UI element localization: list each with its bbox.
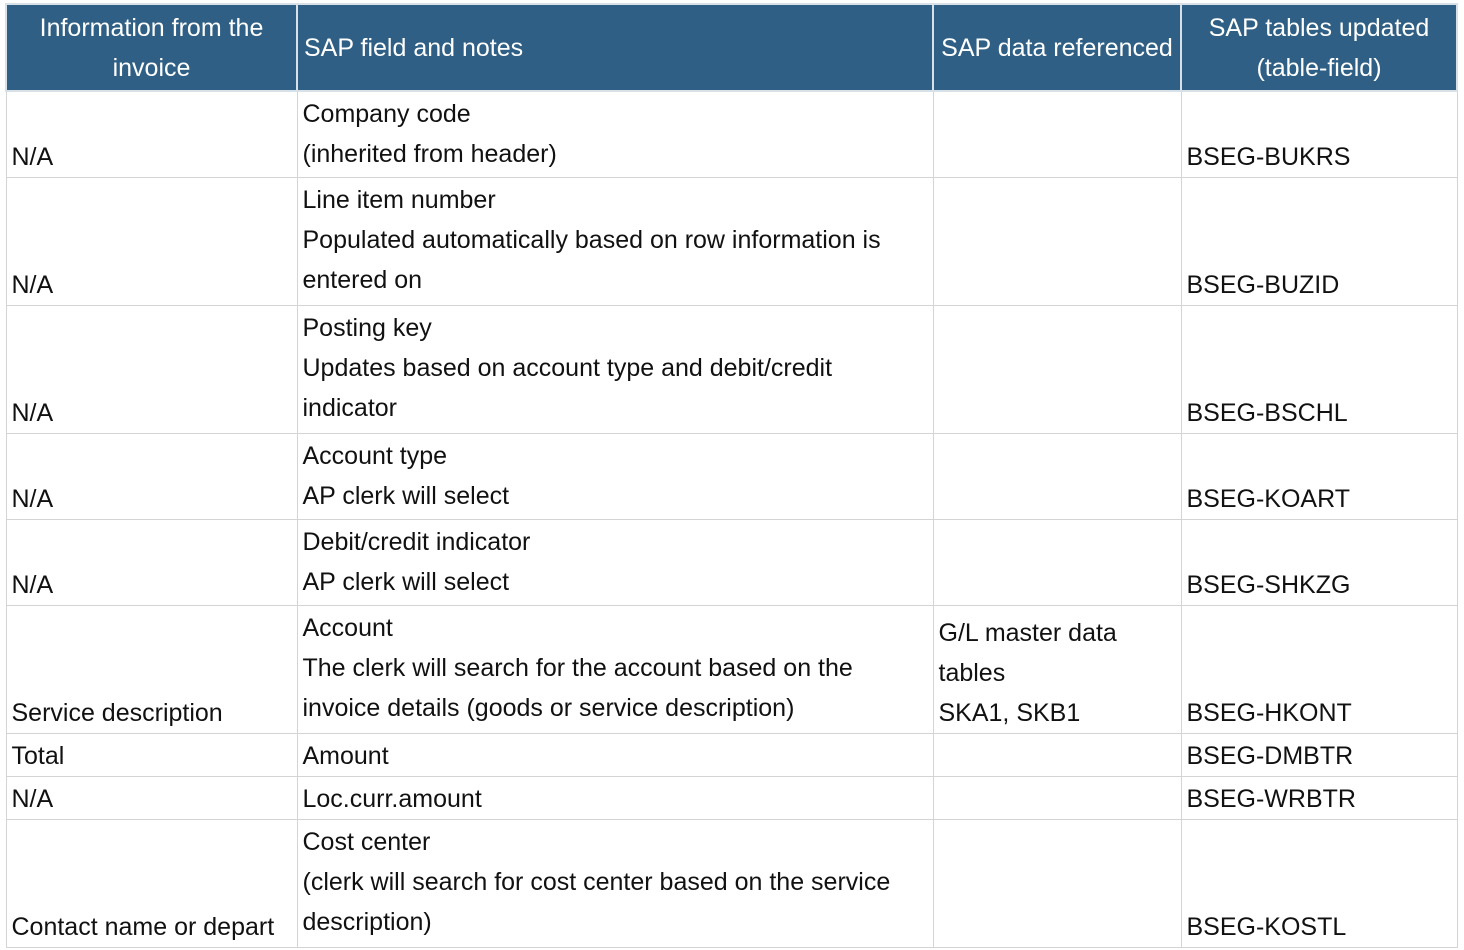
- cell-sap-field[interactable]: Amount: [296, 732, 934, 777]
- cell-sap-field[interactable]: Account type AP clerk will select: [296, 432, 934, 520]
- cell-invoice-info[interactable]: N/A: [5, 176, 298, 306]
- header-sap-data-referenced[interactable]: SAP data referenced: [932, 3, 1182, 92]
- cell-invoice-info[interactable]: Service description: [5, 604, 298, 734]
- cell-invoice-info[interactable]: N/A: [5, 90, 298, 178]
- table-row: Total Amount BSEG-DMBTR: [5, 732, 1458, 777]
- cell-sap-table-updated[interactable]: BSEG-BUZID: [1180, 176, 1458, 306]
- header-invoice-info[interactable]: Information from the invoice: [5, 3, 298, 92]
- cell-sap-data-referenced[interactable]: [932, 176, 1182, 306]
- cell-invoice-info[interactable]: Total: [5, 732, 298, 777]
- header-sap-field[interactable]: SAP field and notes: [296, 3, 934, 92]
- table-row: N/A Line item number Populated automatic…: [5, 176, 1458, 306]
- header-row: Information from the invoice SAP field a…: [5, 3, 1458, 92]
- table-row: N/A Company code (inherited from header)…: [5, 90, 1458, 178]
- table-row: N/A Posting key Updates based on account…: [5, 304, 1458, 434]
- cell-sap-table-updated[interactable]: BSEG-SHKZG: [1180, 518, 1458, 606]
- cell-sap-data-referenced[interactable]: [932, 518, 1182, 606]
- cell-sap-field[interactable]: Posting key Updates based on account typ…: [296, 304, 934, 434]
- table-row: Service description Account The clerk wi…: [5, 604, 1458, 734]
- cell-sap-data-referenced[interactable]: [932, 775, 1182, 820]
- cell-sap-table-updated[interactable]: BSEG-KOART: [1180, 432, 1458, 520]
- table-row: Contact name or depart Cost center (cler…: [5, 818, 1458, 948]
- cell-invoice-info[interactable]: N/A: [5, 518, 298, 606]
- cell-sap-field[interactable]: Account The clerk will search for the ac…: [296, 604, 934, 734]
- cell-sap-field[interactable]: Company code (inherited from header): [296, 90, 934, 178]
- cell-sap-field[interactable]: Loc.curr.amount: [296, 775, 934, 820]
- cell-sap-table-updated[interactable]: BSEG-HKONT: [1180, 604, 1458, 734]
- cell-sap-data-referenced[interactable]: [932, 90, 1182, 178]
- cell-sap-data-referenced[interactable]: G/L master data tables SKA1, SKB1: [932, 604, 1182, 734]
- cell-invoice-info[interactable]: N/A: [5, 304, 298, 434]
- table-row: N/A Account type AP clerk will select BS…: [5, 432, 1458, 520]
- cell-invoice-info[interactable]: N/A: [5, 775, 298, 820]
- cell-sap-data-referenced[interactable]: [932, 818, 1182, 948]
- sap-field-mapping-table: Information from the invoice SAP field a…: [5, 3, 1458, 948]
- cell-sap-table-updated[interactable]: BSEG-WRBTR: [1180, 775, 1458, 820]
- spreadsheet: Information from the invoice SAP field a…: [5, 3, 1458, 948]
- cell-sap-table-updated[interactable]: BSEG-BUKRS: [1180, 90, 1458, 178]
- cell-invoice-info[interactable]: N/A: [5, 432, 298, 520]
- table-row: N/A Debit/credit indicator AP clerk will…: [5, 518, 1458, 606]
- cell-sap-data-referenced[interactable]: [932, 732, 1182, 777]
- cell-sap-field[interactable]: Line item number Populated automatically…: [296, 176, 934, 306]
- cell-sap-table-updated[interactable]: BSEG-KOSTL: [1180, 818, 1458, 948]
- cell-sap-table-updated[interactable]: BSEG-BSCHL: [1180, 304, 1458, 434]
- cell-sap-field[interactable]: Cost center (clerk will search for cost …: [296, 818, 934, 948]
- cell-sap-data-referenced[interactable]: [932, 304, 1182, 434]
- cell-invoice-info[interactable]: Contact name or depart: [5, 818, 298, 948]
- header-sap-tables-updated[interactable]: SAP tables updated (table-field): [1180, 3, 1458, 92]
- cell-sap-table-updated[interactable]: BSEG-DMBTR: [1180, 732, 1458, 777]
- cell-sap-field[interactable]: Debit/credit indicator AP clerk will sel…: [296, 518, 934, 606]
- cell-sap-data-referenced[interactable]: [932, 432, 1182, 520]
- table-row: N/A Loc.curr.amount BSEG-WRBTR: [5, 775, 1458, 820]
